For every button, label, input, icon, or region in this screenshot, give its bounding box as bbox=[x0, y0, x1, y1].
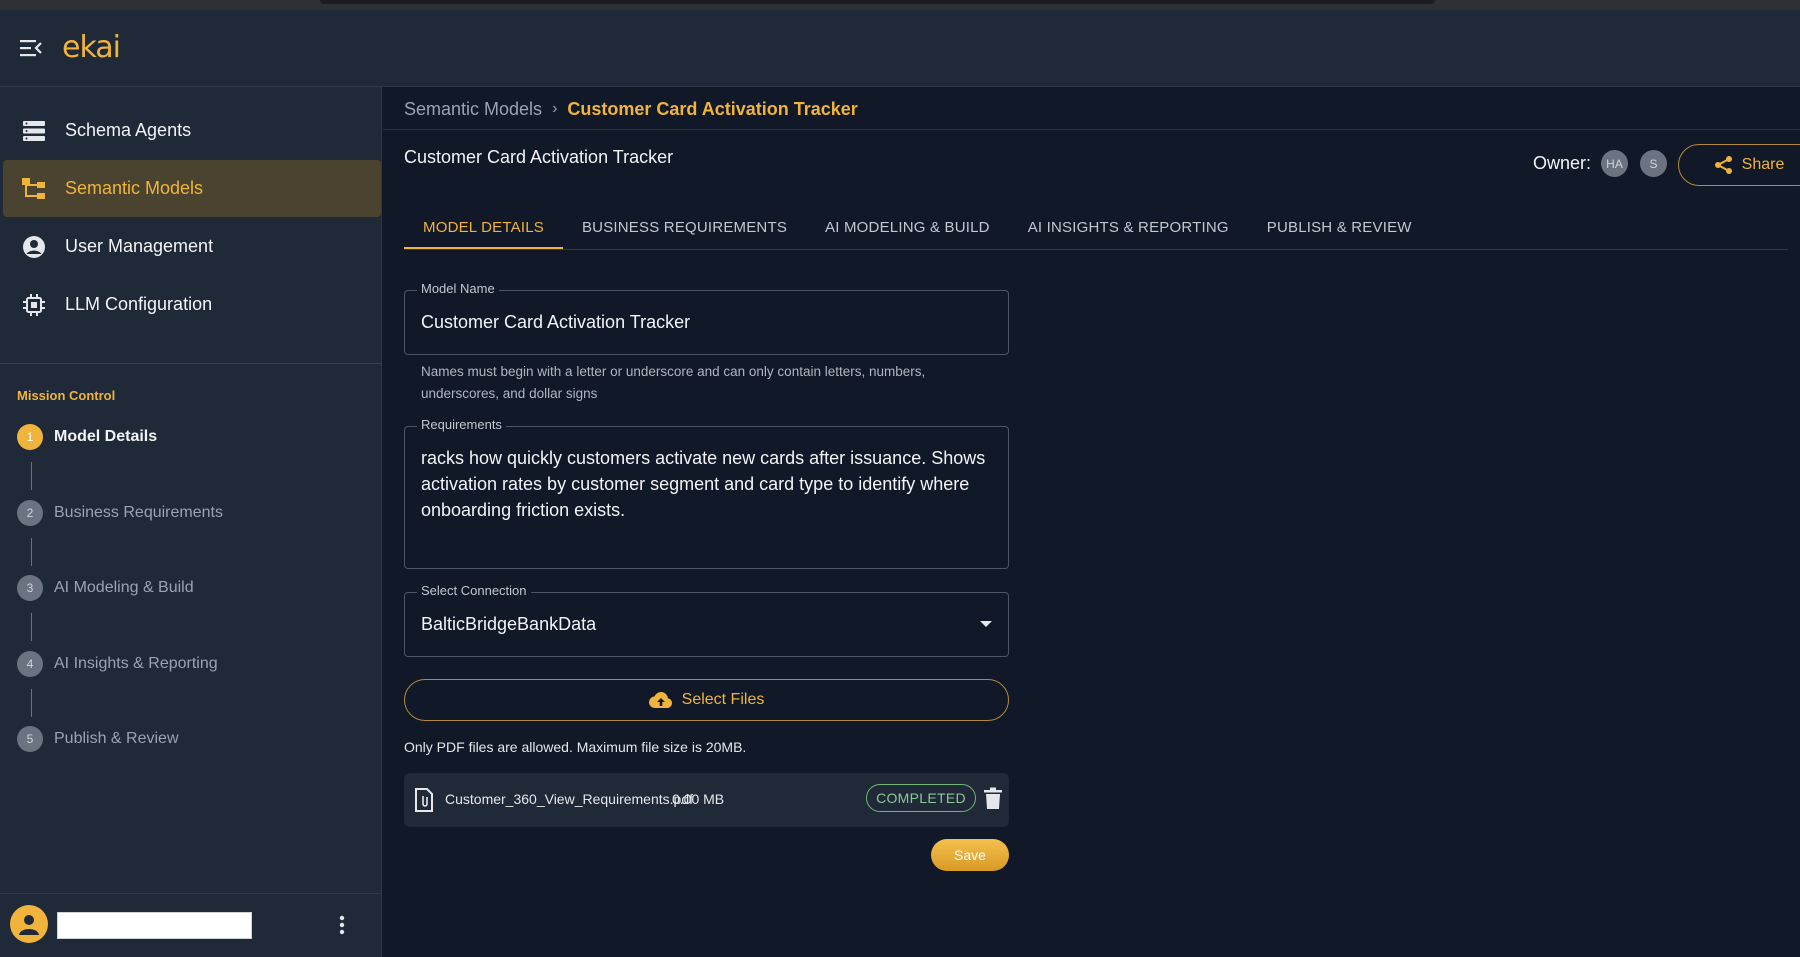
step-number: 1 bbox=[17, 424, 43, 450]
tab-bar: MODEL DETAILS BUSINESS REQUIREMENTS AI M… bbox=[404, 205, 1431, 249]
more-vertical-icon[interactable] bbox=[330, 912, 354, 938]
step-publish-review[interactable]: 5 Publish & Review bbox=[17, 726, 179, 752]
breadcrumb: Semantic Models › Customer Card Activati… bbox=[404, 97, 858, 121]
model-tree-icon bbox=[21, 176, 47, 202]
step-connector bbox=[31, 613, 32, 641]
window-notch bbox=[320, 0, 1435, 4]
file-attachment-icon bbox=[414, 788, 434, 817]
mission-control-title: Mission Control bbox=[17, 388, 116, 403]
main-content: Semantic Models › Customer Card Activati… bbox=[383, 87, 1800, 957]
app-bar: ekai bbox=[0, 10, 1800, 87]
sidebar-item-user-management[interactable]: User Management bbox=[3, 218, 381, 275]
tab-publish-review[interactable]: PUBLISH & REVIEW bbox=[1248, 205, 1431, 249]
user-bar bbox=[0, 893, 382, 957]
step-label: Model Details bbox=[54, 428, 158, 445]
uploaded-file-row: Customer_360_View_Requirements.pdf 0.00 … bbox=[404, 773, 1009, 827]
step-connector bbox=[31, 462, 32, 490]
connection-select[interactable]: Select Connection BalticBridgeBankData bbox=[404, 583, 1009, 657]
file-name: Customer_360_View_Requirements.pdf bbox=[445, 791, 693, 807]
step-ai-modeling-build[interactable]: 3 AI Modeling & Build bbox=[17, 575, 194, 601]
file-size: 0.00 MB bbox=[672, 791, 725, 807]
trash-icon[interactable] bbox=[984, 787, 1002, 814]
step-number: 4 bbox=[17, 651, 43, 677]
save-button[interactable]: Save bbox=[931, 839, 1009, 871]
connection-value: BalticBridgeBankData bbox=[421, 614, 597, 634]
model-name-field[interactable]: Model Name Customer Card Activation Trac… bbox=[404, 281, 1009, 355]
sidebar-item-label: LLM Configuration bbox=[65, 294, 213, 314]
requirements-value: racks how quickly customers activate new… bbox=[421, 448, 986, 520]
model-name-value: Customer Card Activation Tracker bbox=[421, 312, 691, 332]
step-number: 5 bbox=[17, 726, 43, 752]
step-connector bbox=[31, 689, 32, 717]
share-label: Share bbox=[1741, 156, 1785, 173]
select-files-button[interactable]: Select Files bbox=[404, 679, 1009, 721]
step-label: AI Insights & Reporting bbox=[54, 655, 218, 672]
user-avatar-icon[interactable] bbox=[10, 905, 48, 943]
step-model-details[interactable]: 1 Model Details bbox=[17, 424, 157, 450]
collapse-menu-icon[interactable] bbox=[19, 37, 43, 59]
sidebar-divider bbox=[0, 363, 382, 364]
sidebar-item-label: Schema Agents bbox=[65, 120, 192, 140]
owner-label: Owner: bbox=[1533, 153, 1592, 173]
requirements-field[interactable]: Requirements racks how quickly customers… bbox=[404, 417, 1009, 569]
page-title: Customer Card Activation Tracker bbox=[404, 147, 674, 167]
step-label: AI Modeling & Build bbox=[54, 579, 194, 596]
owner-avatar[interactable]: S bbox=[1640, 150, 1667, 177]
step-label: Business Requirements bbox=[54, 504, 223, 521]
app-logo[interactable]: ekai bbox=[62, 30, 121, 65]
status-badge: COMPLETED bbox=[866, 784, 976, 812]
sidebar: Schema Agents Semantic Models User Manag… bbox=[0, 87, 382, 957]
step-number: 3 bbox=[17, 575, 43, 601]
step-number: 2 bbox=[17, 500, 43, 526]
select-files-label: Select Files bbox=[681, 691, 765, 708]
breadcrumb-separator: › bbox=[552, 100, 558, 117]
step-business-requirements[interactable]: 2 Business Requirements bbox=[17, 500, 223, 526]
requirements-label: Requirements bbox=[417, 417, 506, 432]
owner-avatar[interactable]: HA bbox=[1601, 150, 1628, 177]
sidebar-item-label: User Management bbox=[65, 236, 214, 256]
share-button[interactable]: Share bbox=[1678, 144, 1800, 186]
user-name-box bbox=[57, 912, 252, 939]
step-connector bbox=[31, 538, 32, 566]
sidebar-item-label: Semantic Models bbox=[65, 178, 204, 198]
step-label: Publish & Review bbox=[54, 730, 179, 747]
sidebar-item-semantic-models[interactable]: Semantic Models bbox=[3, 160, 381, 217]
tab-ai-insights-reporting[interactable]: AI INSIGHTS & REPORTING bbox=[1009, 205, 1248, 249]
user-circle-icon bbox=[21, 234, 47, 260]
tab-model-details[interactable]: MODEL DETAILS bbox=[404, 205, 563, 249]
tab-business-requirements[interactable]: BUSINESS REQUIREMENTS bbox=[563, 205, 806, 249]
cloud-upload-icon bbox=[648, 691, 672, 709]
cpu-chip-icon bbox=[21, 292, 47, 318]
tab-ai-modeling-build[interactable]: AI MODELING & BUILD bbox=[806, 205, 1009, 249]
sidebar-item-schema-agents[interactable]: Schema Agents bbox=[3, 102, 381, 159]
breadcrumb-parent[interactable]: Semantic Models bbox=[404, 99, 542, 120]
tabs-divider bbox=[404, 249, 1788, 250]
share-icon bbox=[1714, 156, 1732, 174]
breadcrumb-divider bbox=[383, 129, 1800, 130]
file-note: Only PDF files are allowed. Maximum file… bbox=[404, 739, 747, 755]
window-top-strip bbox=[0, 0, 1800, 10]
connection-label: Select Connection bbox=[417, 583, 531, 598]
dropdown-caret-icon[interactable] bbox=[980, 621, 992, 627]
model-name-helper: Names must begin with a letter or unders… bbox=[421, 364, 926, 401]
model-name-label: Model Name bbox=[417, 281, 499, 296]
schema-list-icon bbox=[21, 118, 47, 144]
breadcrumb-current: Customer Card Activation Tracker bbox=[567, 98, 858, 119]
step-ai-insights-reporting[interactable]: 4 AI Insights & Reporting bbox=[17, 651, 218, 677]
sidebar-item-llm-configuration[interactable]: LLM Configuration bbox=[3, 276, 381, 333]
